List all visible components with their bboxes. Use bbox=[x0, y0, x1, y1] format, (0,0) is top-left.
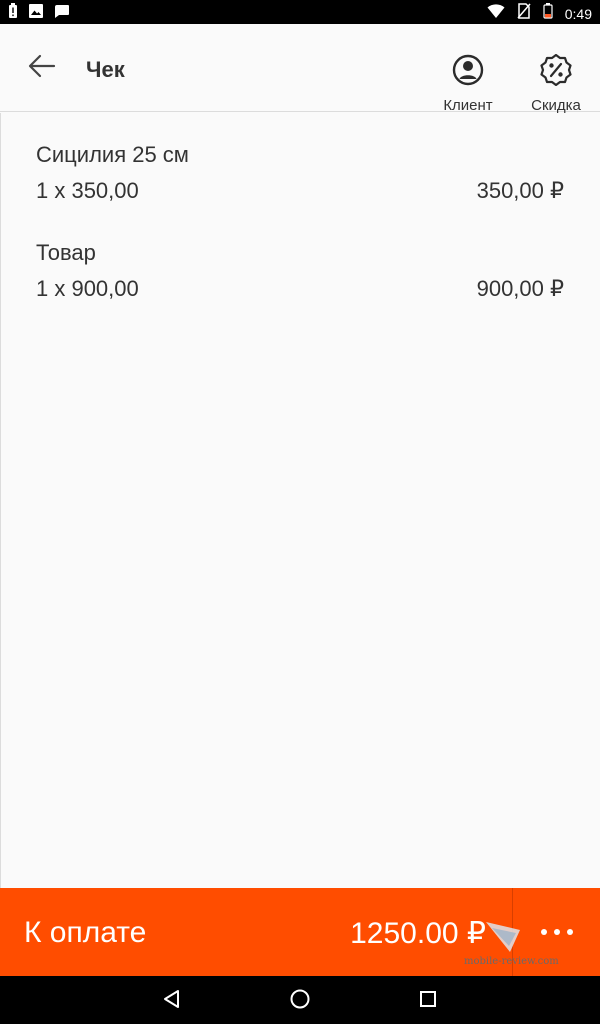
image-icon bbox=[28, 3, 44, 24]
discount-label: Скидка bbox=[531, 97, 581, 114]
item-name: Сицилия 25 см bbox=[36, 142, 189, 167]
person-circle-icon bbox=[452, 54, 484, 91]
item-sum: 900,00 ₽ bbox=[476, 276, 564, 301]
item-name: Товар bbox=[36, 240, 96, 265]
receipt-list: Сицилия 25 см 1 x 350,00 350,00 ₽ Товар … bbox=[0, 113, 600, 309]
pay-total: 1250.00 ₽ bbox=[350, 917, 486, 950]
back-button[interactable] bbox=[24, 50, 60, 86]
wifi-icon bbox=[487, 3, 505, 24]
no-sim-icon bbox=[517, 3, 531, 24]
receipt-item[interactable]: Сицилия 25 см 1 x 350,00 350,00 ₽ bbox=[0, 113, 600, 211]
status-bar: 0:49 bbox=[0, 0, 600, 24]
client-button[interactable]: Клиент bbox=[438, 54, 498, 114]
watermark-text: mobile-review.com bbox=[464, 956, 559, 967]
message-icon bbox=[54, 3, 70, 24]
client-label: Клиент bbox=[443, 97, 493, 114]
pay-button[interactable]: К оплате 1250.00 ₽ bbox=[0, 888, 512, 976]
battery-icon bbox=[543, 3, 553, 24]
discount-badge-icon bbox=[539, 53, 573, 91]
item-quantity-price: 1 x 900,00 bbox=[36, 276, 139, 301]
nav-back-button[interactable] bbox=[157, 986, 187, 1016]
item-quantity-price: 1 x 350,00 bbox=[36, 178, 139, 203]
nav-home-button[interactable] bbox=[285, 986, 315, 1016]
recents-square-icon bbox=[419, 990, 437, 1013]
item-sum: 350,00 ₽ bbox=[476, 178, 564, 203]
battery-alert-icon bbox=[8, 3, 18, 24]
discount-button[interactable]: Скидка bbox=[524, 53, 588, 114]
status-bar-notifications bbox=[8, 3, 70, 24]
app-bar: Чек Клиент Скидка bbox=[0, 24, 600, 114]
receipt-item[interactable]: Товар 1 x 900,00 900,00 ₽ bbox=[0, 211, 600, 309]
page-title: Чек bbox=[86, 57, 125, 82]
watermark-logo-icon bbox=[482, 916, 526, 961]
status-bar-system: 0:49 bbox=[487, 3, 592, 24]
pay-label: К оплате bbox=[24, 916, 147, 949]
status-time: 0:49 bbox=[564, 5, 592, 22]
back-triangle-icon bbox=[162, 989, 182, 1014]
system-nav-bar bbox=[0, 976, 600, 1024]
home-circle-icon bbox=[289, 988, 311, 1015]
more-horizontal-icon bbox=[540, 923, 574, 941]
arrow-back-icon bbox=[28, 54, 56, 83]
nav-recents-button[interactable] bbox=[413, 986, 443, 1016]
